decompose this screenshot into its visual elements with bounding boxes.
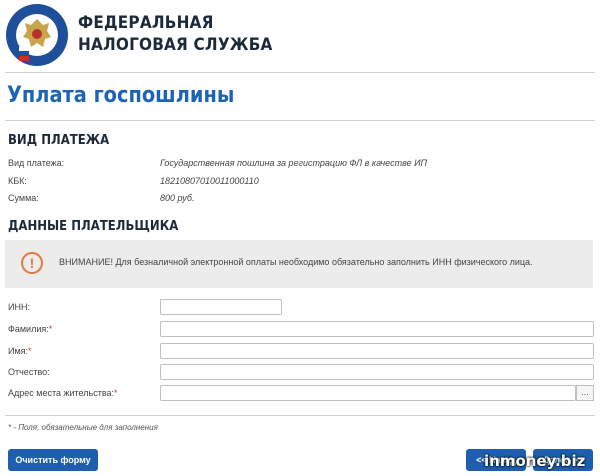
inn-label: ИНН: (8, 302, 30, 312)
payment-type-label: Вид платежа: (8, 158, 65, 168)
payment-type-value: Государственная пошлина за регистрацию Ф… (160, 158, 428, 168)
patronymic-input[interactable] (160, 364, 594, 380)
name-input[interactable] (160, 343, 594, 359)
header-divider (5, 72, 595, 73)
fns-emblem-icon[interactable] (5, 3, 69, 67)
amount-label: Сумма: (8, 193, 39, 203)
surname-input[interactable] (160, 321, 594, 337)
inn-input[interactable] (160, 299, 282, 315)
address-label: Адрес места жительства:* (8, 388, 118, 398)
exclamation-circle-icon: ! (21, 252, 43, 274)
org-name-line1: ФЕДЕРАЛЬНАЯ (78, 13, 214, 33)
form-divider (5, 415, 595, 416)
patronymic-label: Отчество: (8, 367, 50, 377)
kbk-value: 18210807010011000110 (160, 176, 259, 186)
site-header: ФЕДЕРАЛЬНАЯ НАЛОГОВАЯ СЛУЖБА (0, 0, 600, 70)
org-name: ФЕДЕРАЛЬНАЯ НАЛОГОВАЯ СЛУЖБА (78, 12, 294, 56)
required-fields-note: * - Поля, обязательные для заполнения (8, 423, 158, 432)
required-mark: * (48, 324, 53, 334)
org-name-line2: НАЛОГОВАЯ СЛУЖБА (78, 35, 273, 55)
clear-form-button[interactable]: Очистить форму (8, 449, 98, 471)
surname-label: Фамилия:* (8, 324, 53, 334)
required-mark: * (114, 388, 118, 398)
inn-warning-alert: ! ВНИМАНИЕ! Для безналичной электронной … (5, 240, 593, 288)
amount-value: 800 руб. (160, 193, 195, 203)
payment-type-section-title: ВИД ПЛАТЕЖА (8, 133, 110, 148)
required-mark: * (28, 346, 32, 356)
kbk-label: КБК: (8, 176, 27, 186)
address-input[interactable] (160, 385, 576, 401)
page-title: Уплата госпошлины (7, 83, 235, 108)
title-divider (5, 120, 595, 121)
name-label: Имя:* (8, 346, 32, 356)
watermark: inmoney.biz (484, 452, 586, 470)
payer-section-title: ДАННЫЕ ПЛАТЕЛЬЩИКА (8, 219, 179, 234)
alert-text: ВНИМАНИЕ! Для безналичной электронной оп… (59, 257, 533, 267)
address-picker-button[interactable]: ... (576, 385, 594, 401)
